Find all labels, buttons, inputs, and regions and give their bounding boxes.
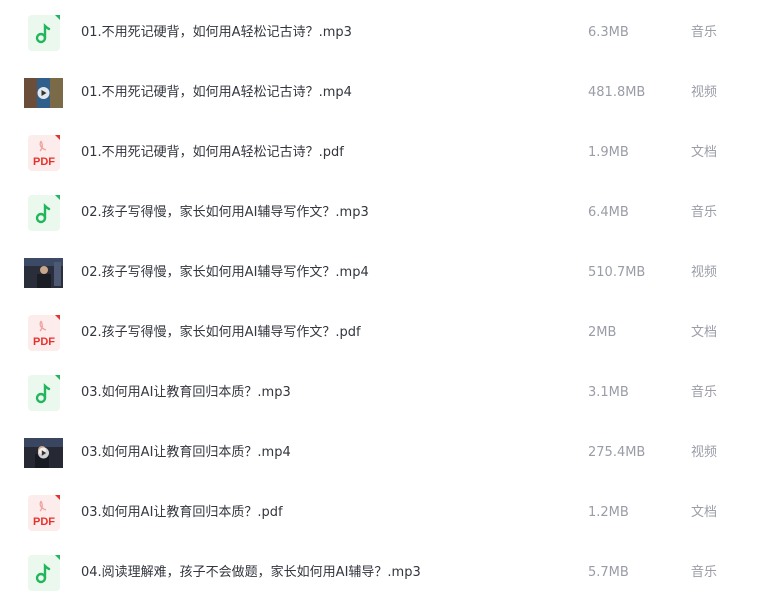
file-row[interactable]: 04.阅读理解难，孩子不会做题，家长如何用AI辅导？.mp3 5.7MB 音乐 bbox=[0, 543, 778, 603]
music-note-icon bbox=[28, 555, 60, 591]
pdf-badge-label: PDF bbox=[33, 156, 55, 168]
file-name: 01.不用死记硬背，如何用A轻松记古诗？.pdf bbox=[81, 145, 344, 160]
file-size: 2MB bbox=[588, 325, 617, 340]
file-size: 275.4MB bbox=[588, 445, 646, 460]
file-name: 01.不用死记硬背，如何用A轻松记古诗？.mp4 bbox=[81, 85, 352, 100]
file-type: 文档 bbox=[691, 325, 718, 340]
file-name: 04.阅读理解难，孩子不会做题，家长如何用AI辅导？.mp3 bbox=[81, 565, 421, 580]
file-row[interactable]: PDF 01.不用死记硬背，如何用A轻松记古诗？.pdf 1.9MB 文档 bbox=[0, 123, 778, 183]
file-type: 视频 bbox=[691, 445, 718, 460]
file-size: 481.8MB bbox=[588, 85, 646, 100]
file-row[interactable]: 02.孩子写得慢，家长如何用AI辅导写作文？.mp3 6.4MB 音乐 bbox=[0, 183, 778, 243]
file-name: 02.孩子写得慢，家长如何用AI辅导写作文？.pdf bbox=[81, 325, 361, 340]
pdf-icon: PDF bbox=[28, 315, 60, 351]
file-row[interactable]: 01.不用死记硬背，如何用A轻松记古诗？.mp4 481.8MB 视频 bbox=[0, 63, 778, 123]
music-note-icon bbox=[28, 195, 60, 231]
file-row[interactable]: PDF 02.孩子写得慢，家长如何用AI辅导写作文？.pdf 2MB 文档 bbox=[0, 303, 778, 363]
file-size: 6.4MB bbox=[588, 205, 629, 220]
file-size: 5.7MB bbox=[588, 565, 629, 580]
pdf-icon: PDF bbox=[28, 495, 60, 531]
file-size: 6.3MB bbox=[588, 25, 629, 40]
video-thumbnail-icon bbox=[24, 78, 63, 108]
file-type: 音乐 bbox=[691, 385, 718, 400]
file-name: 02.孩子写得慢，家长如何用AI辅导写作文？.mp3 bbox=[81, 205, 369, 220]
file-type: 视频 bbox=[691, 85, 718, 100]
file-size: 3.1MB bbox=[588, 385, 629, 400]
music-note-icon bbox=[28, 15, 60, 51]
file-name: 01.不用死记硬背，如何用A轻松记古诗？.mp3 bbox=[81, 25, 352, 40]
file-name: 02.孩子写得慢，家长如何用AI辅导写作文？.mp4 bbox=[81, 265, 369, 280]
file-name: 03.如何用AI让教育回归本质？.mp3 bbox=[81, 385, 291, 400]
file-type: 音乐 bbox=[691, 25, 718, 40]
file-size: 510.7MB bbox=[588, 265, 646, 280]
file-size: 1.2MB bbox=[588, 505, 629, 520]
file-type: 音乐 bbox=[691, 565, 718, 580]
file-list: 01.不用死记硬背，如何用A轻松记古诗？.mp3 6.3MB 音乐 01.不用死… bbox=[0, 3, 778, 603]
file-name: 03.如何用AI让教育回归本质？.mp4 bbox=[81, 445, 291, 460]
music-note-icon bbox=[28, 375, 60, 411]
video-thumbnail-icon bbox=[24, 438, 63, 468]
pdf-badge-label: PDF bbox=[33, 516, 55, 528]
file-type: 音乐 bbox=[691, 205, 718, 220]
file-row[interactable]: PDF 03.如何用AI让教育回归本质？.pdf 1.2MB 文档 bbox=[0, 483, 778, 543]
file-type: 文档 bbox=[691, 145, 718, 160]
pdf-icon: PDF bbox=[28, 135, 60, 171]
file-name: 03.如何用AI让教育回归本质？.pdf bbox=[81, 505, 283, 520]
file-row[interactable]: 01.不用死记硬背，如何用A轻松记古诗？.mp3 6.3MB 音乐 bbox=[0, 3, 778, 63]
video-thumbnail-icon bbox=[24, 258, 63, 288]
file-type: 视频 bbox=[691, 265, 718, 280]
pdf-badge-label: PDF bbox=[33, 336, 55, 348]
file-type: 文档 bbox=[691, 505, 718, 520]
file-row[interactable]: 03.如何用AI让教育回归本质？.mp3 3.1MB 音乐 bbox=[0, 363, 778, 423]
file-row[interactable]: 02.孩子写得慢，家长如何用AI辅导写作文？.mp4 510.7MB 视频 bbox=[0, 243, 778, 303]
file-row[interactable]: 03.如何用AI让教育回归本质？.mp4 275.4MB 视频 bbox=[0, 423, 778, 483]
file-size: 1.9MB bbox=[588, 145, 629, 160]
